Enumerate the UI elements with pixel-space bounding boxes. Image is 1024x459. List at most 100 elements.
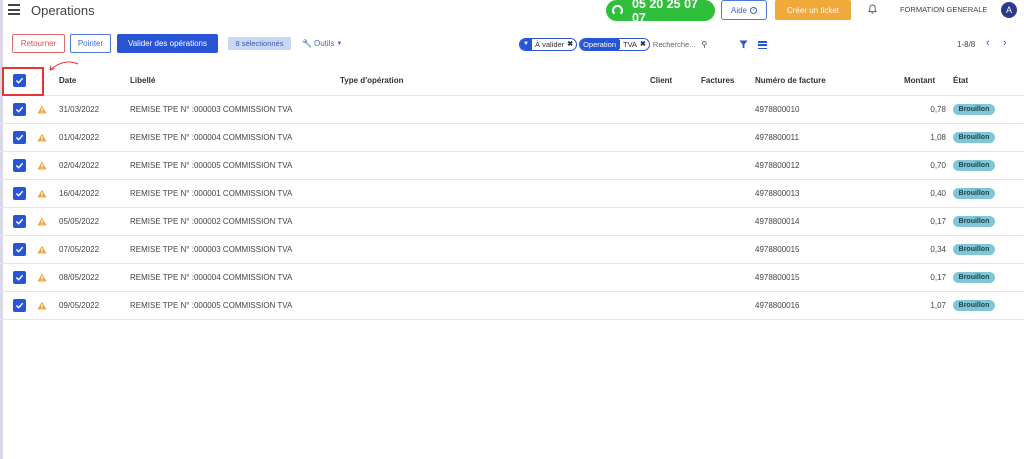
row-invoice-number: 4978800012 xyxy=(755,161,800,170)
table-row[interactable]: 31/03/2022 REMISE TPE N° :000003 COMMISS… xyxy=(0,96,1024,124)
filter-chip-operation-field: Operation xyxy=(580,38,619,50)
row-amount: 0,34 xyxy=(930,245,946,254)
create-ticket-button[interactable]: Créer un ticket xyxy=(775,0,851,20)
row-checkbox[interactable] xyxy=(13,243,26,256)
column-header-state[interactable]: État xyxy=(953,76,968,85)
support-phone-button[interactable]: 05 20 25 07 07 xyxy=(606,0,715,25)
search-input[interactable]: Recherche... xyxy=(653,40,696,49)
top-bar: Operations 05 20 25 07 07 Aide ? Créer u… xyxy=(0,0,1024,25)
row-label: REMISE TPE N° :000003 COMMISSION TVA xyxy=(130,105,293,114)
row-label: REMISE TPE N° :000002 COMMISSION TVA xyxy=(130,217,293,226)
wrench-icon: 🔧 xyxy=(302,39,312,48)
action-toolbar: Retourner Pointer Valider des opérations… xyxy=(0,34,1024,56)
table-header: Date Libellé Type d'opération Client Fac… xyxy=(0,66,1024,96)
checkbox-icon xyxy=(15,302,24,309)
column-header-invoices[interactable]: Factures xyxy=(701,76,734,85)
row-checkbox[interactable] xyxy=(13,159,26,172)
row-checkbox[interactable] xyxy=(13,299,26,312)
tools-dropdown[interactable]: 🔧 Outils ▼ xyxy=(302,39,342,48)
chevron-left-icon[interactable]: ‹ xyxy=(986,37,990,49)
row-date: 09/05/2022 xyxy=(59,301,100,310)
table-row[interactable]: 09/05/2022 REMISE TPE N° :000005 COMMISS… xyxy=(0,292,1024,320)
bell-icon[interactable] xyxy=(868,4,877,14)
table-row[interactable]: 02/04/2022 REMISE TPE N° :000005 COMMISS… xyxy=(0,152,1024,180)
row-amount: 0,17 xyxy=(930,273,946,282)
filter-chip-operation-value: TVA xyxy=(619,39,641,49)
funnel-icon[interactable] xyxy=(739,40,748,49)
row-invoice-number: 4978800016 xyxy=(755,301,800,310)
help-button[interactable]: Aide ? xyxy=(721,0,767,20)
row-amount: 0,17 xyxy=(930,217,946,226)
table-row[interactable]: 07/05/2022 REMISE TPE N° :000003 COMMISS… xyxy=(0,236,1024,264)
status-badge: Brouillon xyxy=(953,132,995,143)
chevron-down-icon: ▼ xyxy=(336,40,343,47)
row-date: 01/04/2022 xyxy=(59,133,100,142)
row-amount: 0,78 xyxy=(930,105,946,114)
table-row[interactable]: 05/05/2022 REMISE TPE N° :000002 COMMISS… xyxy=(0,208,1024,236)
status-badge: Brouillon xyxy=(953,104,995,115)
filter-chip-operation[interactable]: Operation TVA ✖ xyxy=(579,37,650,51)
annotation-highlight-box xyxy=(2,67,44,96)
row-checkbox[interactable] xyxy=(13,131,26,144)
row-checkbox[interactable] xyxy=(13,103,26,116)
row-amount: 0,70 xyxy=(930,161,946,170)
row-label: REMISE TPE N° :000005 COMMISSION TVA xyxy=(130,301,293,310)
return-button[interactable]: Retourner xyxy=(12,34,65,53)
close-icon[interactable]: ✖ xyxy=(567,40,576,48)
headset-icon xyxy=(612,5,623,16)
table-body: 31/03/2022 REMISE TPE N° :000003 COMMISS… xyxy=(0,96,1024,320)
menu-icon[interactable] xyxy=(8,4,20,15)
row-date: 02/04/2022 xyxy=(59,161,100,170)
row-date: 05/05/2022 xyxy=(59,217,100,226)
table-row[interactable]: 08/05/2022 REMISE TPE N° :000004 COMMISS… xyxy=(0,264,1024,292)
status-badge: Brouillon xyxy=(953,244,995,255)
row-amount: 1,07 xyxy=(930,301,946,310)
close-icon[interactable]: ✖ xyxy=(640,40,649,48)
support-phone-number: 05 20 25 07 07 xyxy=(631,0,699,25)
row-date: 07/05/2022 xyxy=(59,245,100,254)
column-header-amount[interactable]: Montant xyxy=(904,76,935,85)
row-invoice-number: 4978800015 xyxy=(755,245,800,254)
warning-icon xyxy=(37,245,47,254)
row-checkbox[interactable] xyxy=(13,187,26,200)
checkbox-icon xyxy=(15,162,24,169)
table-row[interactable]: 01/04/2022 REMISE TPE N° :000004 COMMISS… xyxy=(0,124,1024,152)
chevron-right-icon[interactable]: › xyxy=(1003,37,1007,49)
row-amount: 1,08 xyxy=(930,133,946,142)
row-label: REMISE TPE N° :000003 COMMISSION TVA xyxy=(130,245,293,254)
row-checkbox[interactable] xyxy=(13,215,26,228)
table-row[interactable]: 16/04/2022 REMISE TPE N° :000001 COMMISS… xyxy=(0,180,1024,208)
checkbox-icon xyxy=(15,190,24,197)
warning-icon xyxy=(37,133,47,142)
row-checkbox[interactable] xyxy=(13,271,26,284)
pagination-counter: 1-8/8 xyxy=(957,40,976,49)
list-icon[interactable] xyxy=(758,41,767,50)
column-header-label[interactable]: Libellé xyxy=(130,76,155,85)
validate-operations-button[interactable]: Valider des opérations xyxy=(117,34,218,53)
tools-label: Outils xyxy=(313,39,335,48)
row-invoice-number: 4978800013 xyxy=(755,189,800,198)
column-header-invoice-number[interactable]: Numéro de facture xyxy=(755,76,826,85)
row-amount: 0,40 xyxy=(930,189,946,198)
warning-icon xyxy=(37,301,47,310)
status-badge: Brouillon xyxy=(953,272,995,283)
search-filter-bar: ▼ À valider ✖ Operation TVA ✖ Recherche.… xyxy=(519,37,707,51)
search-icon[interactable]: ⚲ xyxy=(701,40,707,49)
organization-name[interactable]: FORMATION GENERALE xyxy=(900,5,987,14)
row-invoice-number: 4978800014 xyxy=(755,217,800,226)
filter-chip-status-label: À valider xyxy=(535,39,565,49)
operations-table: Date Libellé Type d'opération Client Fac… xyxy=(0,66,1024,320)
row-invoice-number: 4978800015 xyxy=(755,273,800,282)
checkbox-icon xyxy=(15,218,24,225)
row-date: 31/03/2022 xyxy=(59,105,100,114)
status-badge: Brouillon xyxy=(953,300,995,311)
point-button[interactable]: Pointer xyxy=(70,34,111,53)
avatar[interactable]: A xyxy=(1001,2,1017,18)
checkbox-icon xyxy=(15,106,24,113)
row-invoice-number: 4978800010 xyxy=(755,105,800,114)
column-header-type[interactable]: Type d'opération xyxy=(340,76,404,85)
column-header-client[interactable]: Client xyxy=(650,76,672,85)
row-label: REMISE TPE N° :000001 COMMISSION TVA xyxy=(130,189,293,198)
filter-chip-status[interactable]: ▼ À valider ✖ xyxy=(519,37,578,51)
warning-icon xyxy=(37,105,47,114)
